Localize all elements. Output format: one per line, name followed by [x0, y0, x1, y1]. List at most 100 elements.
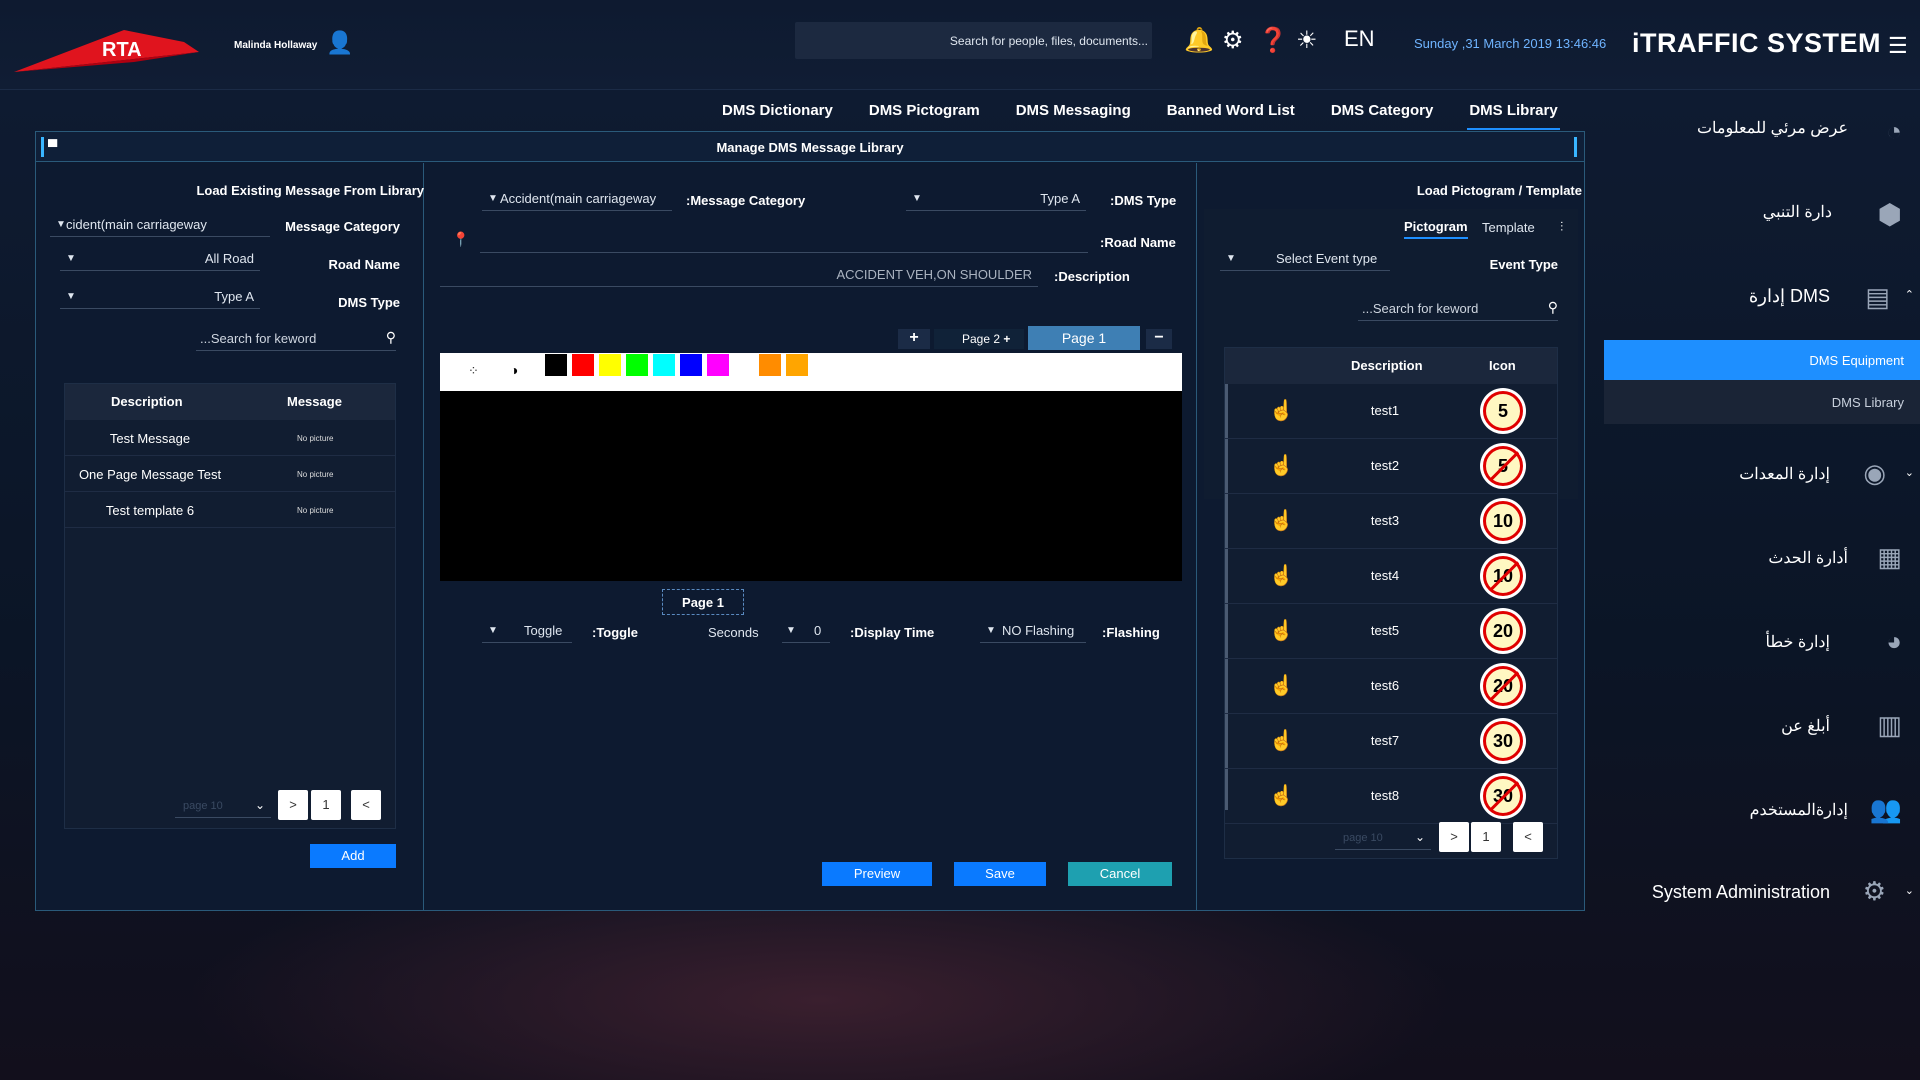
sidebar-item-system-admin[interactable]: System Administration: [1652, 882, 1830, 903]
row-description: test1: [1370, 403, 1400, 418]
sidebar-item-reports[interactable]: أبلغ عن: [1781, 716, 1830, 736]
flashing-select[interactable]: ▼ NO Flashing: [980, 619, 1086, 643]
display-time-select[interactable]: ▼ 0: [782, 619, 830, 643]
tab-dms-messaging[interactable]: DMS Messaging: [1014, 94, 1133, 130]
next-page-button[interactable]: >: [1439, 822, 1469, 852]
cancel-button[interactable]: Cancel: [1068, 862, 1172, 886]
table-row[interactable]: ☝ test8 30: [1225, 769, 1557, 824]
color-swatch[interactable]: [707, 354, 729, 376]
table-row[interactable]: ☝ test7 30: [1225, 714, 1557, 769]
table-row[interactable]: ☝ test3 10: [1225, 494, 1557, 549]
gear-icon[interactable]: ⚙: [1222, 26, 1244, 55]
event-type-select[interactable]: ▼ Select Event type: [1220, 247, 1390, 271]
description-input[interactable]: ACCIDENT VEH,ON SHOULDER: [440, 263, 1038, 287]
remove-page-button[interactable]: −: [1146, 329, 1172, 349]
sidebar-item-alerts[interactable]: دارة التنبي: [1763, 202, 1832, 222]
table-row[interactable]: ☝ test1 5: [1225, 384, 1557, 439]
page-2-tab[interactable]: Page 2 +: [934, 329, 1024, 349]
editor-message-category-select[interactable]: ▼ Accident(main carriageway: [482, 187, 672, 211]
preview-button[interactable]: Preview: [822, 862, 932, 886]
tab-template[interactable]: Template: [1482, 220, 1535, 235]
hand-pointer-icon[interactable]: ☝: [1269, 398, 1294, 423]
prev-page-button[interactable]: <: [351, 790, 381, 820]
message-category-select[interactable]: ▼ cident(main carriageway: [50, 213, 270, 237]
table-row[interactable]: ☝ test4 10: [1225, 549, 1557, 604]
sidebar-item-events[interactable]: أدارة الحدث: [1768, 548, 1848, 568]
chevron-down-icon[interactable]: ⌄: [1905, 884, 1914, 897]
road-name-select[interactable]: ▼ All Road: [60, 247, 260, 271]
pictogram-search-input[interactable]: ...Search for keword ⚲: [1358, 297, 1558, 321]
speed-limit-icon: 20: [1483, 666, 1523, 706]
page-1-tab[interactable]: Page 1: [1028, 326, 1140, 350]
color-swatch[interactable]: [759, 354, 781, 376]
color-swatch[interactable]: [626, 354, 648, 376]
sidebar-item-users[interactable]: إدارةالمستخدم: [1750, 800, 1848, 820]
color-swatch[interactable]: [599, 354, 621, 376]
tab-pictogram[interactable]: Pictogram: [1404, 219, 1468, 239]
hand-pointer-icon[interactable]: ☝: [1269, 508, 1294, 533]
page-size-select[interactable]: page 10 ⌄: [1335, 828, 1431, 850]
tab-dms-pictogram[interactable]: DMS Pictogram: [867, 94, 982, 130]
help-icon[interactable]: ❓: [1258, 26, 1288, 55]
language-switch[interactable]: EN: [1344, 26, 1375, 52]
global-search-input[interactable]: Search for people, files, documents...: [795, 22, 1152, 59]
color-swatch[interactable]: [680, 354, 702, 376]
rta-logo[interactable]: RTA: [14, 22, 199, 78]
page-2-label: Page 2: [962, 332, 1001, 346]
search-icon[interactable]: ⚲: [386, 329, 396, 346]
tab-dms-category[interactable]: DMS Category: [1329, 94, 1436, 130]
sidebar-item-faults[interactable]: إدارة خطأ: [1766, 632, 1830, 652]
color-swatch[interactable]: [572, 354, 594, 376]
contrast-icon[interactable]: ◑: [510, 362, 518, 378]
search-icon[interactable]: ⚲: [1548, 299, 1558, 316]
hamburger-menu-icon[interactable]: ☰: [1888, 33, 1908, 59]
page-size-select[interactable]: page 10 ⌄: [175, 796, 271, 818]
add-icon[interactable]: +: [1003, 332, 1010, 346]
sidebar-item-equipment[interactable]: إدارة المعدات: [1739, 464, 1830, 484]
tab-dms-library[interactable]: DMS Library: [1467, 94, 1560, 130]
library-search-input[interactable]: ...Search for keword ⚲: [196, 327, 396, 351]
tab-dms-dictionary[interactable]: DMS Dictionary: [720, 94, 835, 130]
sidebar-subitem-dms-library[interactable]: DMS Library: [1604, 380, 1920, 424]
location-pin-icon[interactable]: 📍: [452, 231, 469, 248]
user-profile-icon[interactable]: 👤: [326, 30, 353, 56]
table-row[interactable]: ☝ test5 20: [1225, 604, 1557, 659]
filter-icon[interactable]: ⫶: [1560, 219, 1563, 235]
spinner-icon[interactable]: ⁘: [468, 363, 479, 379]
sidebar-subitem-dms-equipment[interactable]: DMS Equipment: [1604, 340, 1920, 380]
hand-pointer-icon[interactable]: ☝: [1269, 453, 1294, 478]
hand-pointer-icon[interactable]: ☝: [1269, 673, 1294, 698]
add-button[interactable]: Add: [310, 844, 396, 868]
dms-type-select[interactable]: ▼ Type A: [60, 285, 260, 309]
color-swatch[interactable]: [653, 354, 675, 376]
page-number[interactable]: 1: [1471, 822, 1501, 852]
table-row[interactable]: ☝ test6 20: [1225, 659, 1557, 714]
page-number[interactable]: 1: [311, 790, 341, 820]
hand-pointer-icon[interactable]: ☝: [1269, 728, 1294, 753]
sun-icon[interactable]: ☀: [1296, 26, 1318, 55]
table-row[interactable]: Test template 6 No picture: [65, 492, 395, 528]
tab-banned-word-list[interactable]: Banned Word List: [1165, 94, 1297, 130]
bar-chart-icon: ▥: [1877, 710, 1902, 740]
editor-dms-type-select[interactable]: ▼ Type A: [906, 187, 1086, 211]
color-swatch[interactable]: [786, 354, 808, 376]
road-name-input[interactable]: [480, 229, 1088, 253]
save-button[interactable]: Save: [954, 862, 1046, 886]
color-swatch[interactable]: [545, 354, 567, 376]
prev-page-button[interactable]: <: [1513, 822, 1543, 852]
sidebar-item-visual[interactable]: عرض مرئي للمعلومات: [1697, 118, 1848, 138]
table-row[interactable]: ☝ test2 5: [1225, 439, 1557, 494]
chevron-down-icon[interactable]: ⌄: [1905, 466, 1914, 479]
bell-icon[interactable]: 🔔: [1184, 26, 1214, 55]
hand-pointer-icon[interactable]: ☝: [1269, 563, 1294, 588]
add-page-button[interactable]: +: [898, 329, 930, 349]
hand-pointer-icon[interactable]: ☝: [1269, 618, 1294, 643]
hand-pointer-icon[interactable]: ☝: [1269, 783, 1294, 808]
table-row[interactable]: One Page Message Test No picture: [65, 456, 395, 492]
toggle-select[interactable]: ▼ Toggle: [482, 619, 572, 643]
next-page-button[interactable]: >: [278, 790, 308, 820]
chevron-up-icon[interactable]: ⌃: [1905, 288, 1914, 301]
sidebar-item-dms[interactable]: إدارة DMS: [1749, 286, 1830, 307]
message-canvas[interactable]: [440, 391, 1182, 581]
table-row[interactable]: Test Message No picture: [65, 420, 395, 456]
